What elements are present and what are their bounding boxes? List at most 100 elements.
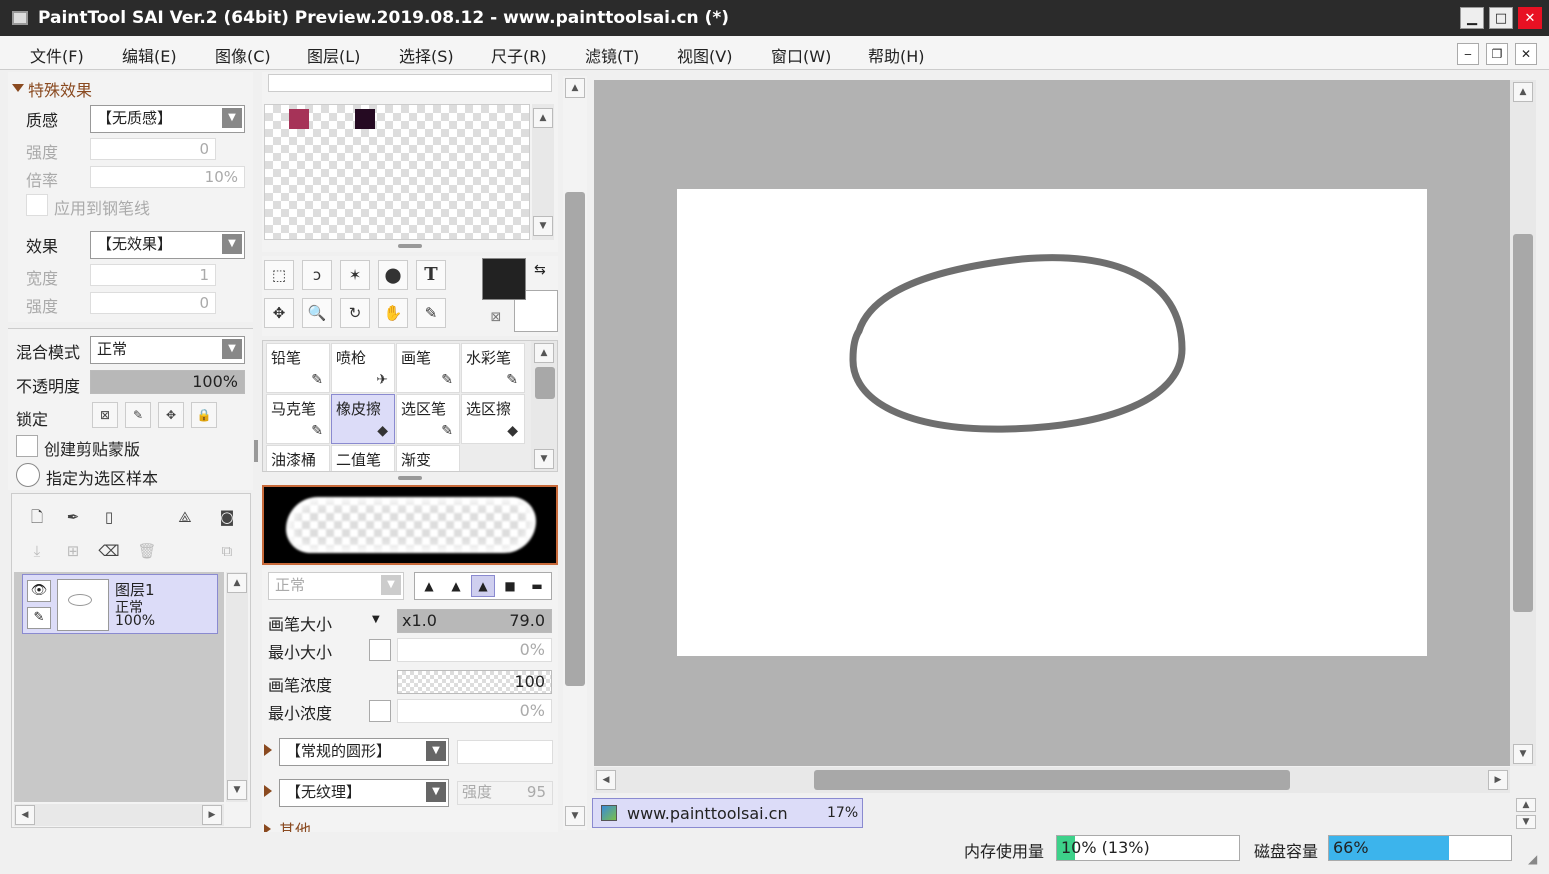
minimize-button[interactable]: ▁ <box>1460 7 1484 29</box>
scroll-up-icon[interactable]: ▲ <box>533 108 553 128</box>
brush-select-pen[interactable]: 选区笔 ✎ <box>396 394 460 444</box>
menu-window[interactable]: 窗口(W) <box>771 43 831 67</box>
brush-marker[interactable]: 马克笔 ✎ <box>266 394 330 444</box>
text-tool-icon[interactable]: T <box>416 260 446 290</box>
brush-shape-select[interactable]: 【常规的圆形】 ▼ <box>279 738 449 766</box>
swatch-grid[interactable] <box>264 104 530 240</box>
shape-soft-icon[interactable]: ▲ <box>444 575 468 597</box>
mdi-minimize-button[interactable]: ‒ <box>1457 43 1479 65</box>
expand-triangle-icon[interactable] <box>264 824 271 832</box>
rotate-icon[interactable]: ↻ <box>340 298 370 328</box>
eyedropper-icon[interactable]: ✎ <box>416 298 446 328</box>
new-layer-icon[interactable]: 🗋 <box>22 502 52 532</box>
opacity-slider[interactable]: 100% <box>90 370 245 394</box>
selection-sample-radio[interactable] <box>16 463 40 487</box>
new-folder-icon[interactable]: ▯ <box>94 502 124 532</box>
min-density-slider[interactable]: 0% <box>397 699 552 723</box>
expand-triangle-icon[interactable] <box>264 744 272 756</box>
close-button[interactable]: ✕ <box>1518 7 1542 29</box>
scroll-up-icon[interactable]: ▲ <box>227 573 247 593</box>
scroll-down-icon[interactable]: ▼ <box>534 449 554 469</box>
tab-scroll-down-icon[interactable]: ▼ <box>1516 815 1536 829</box>
scroll-down-icon[interactable]: ▼ <box>533 216 553 236</box>
clip-mask-checkbox[interactable] <box>16 435 38 457</box>
min-size-checkbox[interactable] <box>369 639 391 661</box>
menu-select[interactable]: 选择(S) <box>399 43 454 67</box>
lasso-icon[interactable]: ↄ <box>302 260 332 290</box>
tab-scroll-up-icon[interactable]: ▲ <box>1516 798 1536 812</box>
mdi-close-button[interactable]: ✕ <box>1515 43 1537 65</box>
resize-grip-icon[interactable]: ◢ <box>1528 852 1537 866</box>
min-density-checkbox[interactable] <box>369 700 391 722</box>
brush-scrollbar[interactable]: ▲ ▼ <box>531 341 557 471</box>
middle-panel-scrollbar[interactable]: ▲ ▼ <box>563 76 587 830</box>
transparent-color-icon[interactable]: ⊠ <box>486 308 506 328</box>
brush-density-slider[interactable]: 100 <box>397 670 552 694</box>
expand-triangle-icon[interactable] <box>264 785 272 797</box>
panel-splitter[interactable] <box>254 440 258 462</box>
brush-brush[interactable]: 画笔 ✎ <box>396 343 460 393</box>
lock-all-icon[interactable]: 🔒 <box>191 402 217 428</box>
scroll-down-icon[interactable]: ▼ <box>227 780 247 800</box>
canvas-vscrollbar[interactable]: ▲ ▼ <box>1510 80 1536 766</box>
menu-layer[interactable]: 图层(L) <box>307 43 360 67</box>
brush-airbrush[interactable]: 喷枪 ✈ <box>331 343 395 393</box>
move-icon[interactable]: ✥ <box>264 298 294 328</box>
canvas-tab[interactable]: www.painttoolsai.cn 17% <box>592 798 863 828</box>
blend-mode-select[interactable]: 正常 ▼ <box>90 336 245 364</box>
size-multiplier-dropdown-icon[interactable]: ▼ <box>372 614 380 625</box>
brush-watercolor[interactable]: 水彩笔 ✎ <box>461 343 525 393</box>
layer-list-scrollbar[interactable]: ▲ ▼ <box>226 572 248 802</box>
new-pen-layer-icon[interactable]: ✒ <box>58 502 88 532</box>
menu-filter[interactable]: 滤镜(T) <box>585 43 639 67</box>
menu-view[interactable]: 视图(V) <box>677 43 732 67</box>
merge-icon[interactable]: ⊞ <box>58 536 88 566</box>
layer-list-hscrollbar[interactable]: ◀ ▶ <box>14 804 224 826</box>
brush-bucket[interactable]: 油漆桶 <box>266 445 330 471</box>
swap-colors-icon[interactable]: ⇆ <box>534 262 546 278</box>
brush-select-eraser[interactable]: 选区擦 ◆ <box>461 394 525 444</box>
scroll-thumb[interactable] <box>814 770 1290 790</box>
brush-texture-select[interactable]: 【无纹理】 ▼ <box>279 779 449 807</box>
duplicate-layer-icon[interactable]: ⧉ <box>212 536 242 566</box>
shape-medium-icon[interactable]: ▲ <box>471 575 495 597</box>
lock-draw-icon[interactable]: ✎ <box>125 402 151 428</box>
scroll-thumb[interactable] <box>535 367 555 399</box>
layer-effect-icon[interactable]: ⟁ <box>170 502 200 532</box>
merge-down-icon[interactable]: ⤓ <box>22 536 52 566</box>
strength2-input[interactable]: 0 <box>90 292 216 314</box>
scroll-up-icon[interactable]: ▲ <box>1513 82 1533 102</box>
scroll-right-icon[interactable]: ▶ <box>202 805 222 825</box>
magic-wand-icon[interactable]: ✶ <box>340 260 370 290</box>
width-input[interactable]: 1 <box>90 264 216 286</box>
brush-texture-strength[interactable]: 强度 95 <box>457 781 553 805</box>
brush-binary[interactable]: 二值笔 <box>331 445 395 471</box>
primary-color-swatch[interactable] <box>482 258 526 300</box>
effect-select[interactable]: 【无效果】 ▼ <box>90 231 245 259</box>
panel-grip[interactable] <box>398 244 422 248</box>
strength-input[interactable]: 0 <box>90 138 216 160</box>
lock-move-icon[interactable]: ✥ <box>158 402 184 428</box>
panel-grip[interactable] <box>398 476 422 480</box>
other-section-label[interactable]: 其他 <box>279 817 311 832</box>
scale-input[interactable]: 10% <box>90 166 245 188</box>
shape-sharp-icon[interactable]: ▲ <box>417 575 441 597</box>
collapse-triangle-icon[interactable] <box>12 84 24 92</box>
canvas-hscrollbar[interactable]: ◀ ▶ <box>594 767 1510 793</box>
layer-row[interactable]: 👁 ✎ 图层1 正常 100% <box>22 574 218 634</box>
brush-gradient[interactable]: 渐变 <box>396 445 460 471</box>
color-input-strip[interactable] <box>268 74 552 92</box>
brush-pencil[interactable]: 铅笔 ✎ <box>266 343 330 393</box>
canvas-page[interactable] <box>677 189 1427 656</box>
menu-file[interactable]: 文件(F) <box>30 43 84 67</box>
menu-ruler[interactable]: 尺子(R) <box>491 43 547 67</box>
texture-select[interactable]: 【无质感】 ▼ <box>90 105 245 133</box>
mdi-restore-button[interactable]: ❐ <box>1486 43 1508 65</box>
brush-eraser[interactable]: 橡皮擦 ◆ <box>331 394 395 444</box>
brush-size-slider[interactable]: x1.0 79.0 <box>397 609 552 633</box>
scroll-up-icon[interactable]: ▲ <box>565 78 585 98</box>
shape-wide-icon[interactable]: ▬ <box>525 575 549 597</box>
scroll-thumb[interactable] <box>1513 234 1533 612</box>
rect-select-icon[interactable]: ⬚ <box>264 260 294 290</box>
swatch-scrollbar[interactable]: ▲ ▼ <box>532 104 554 240</box>
